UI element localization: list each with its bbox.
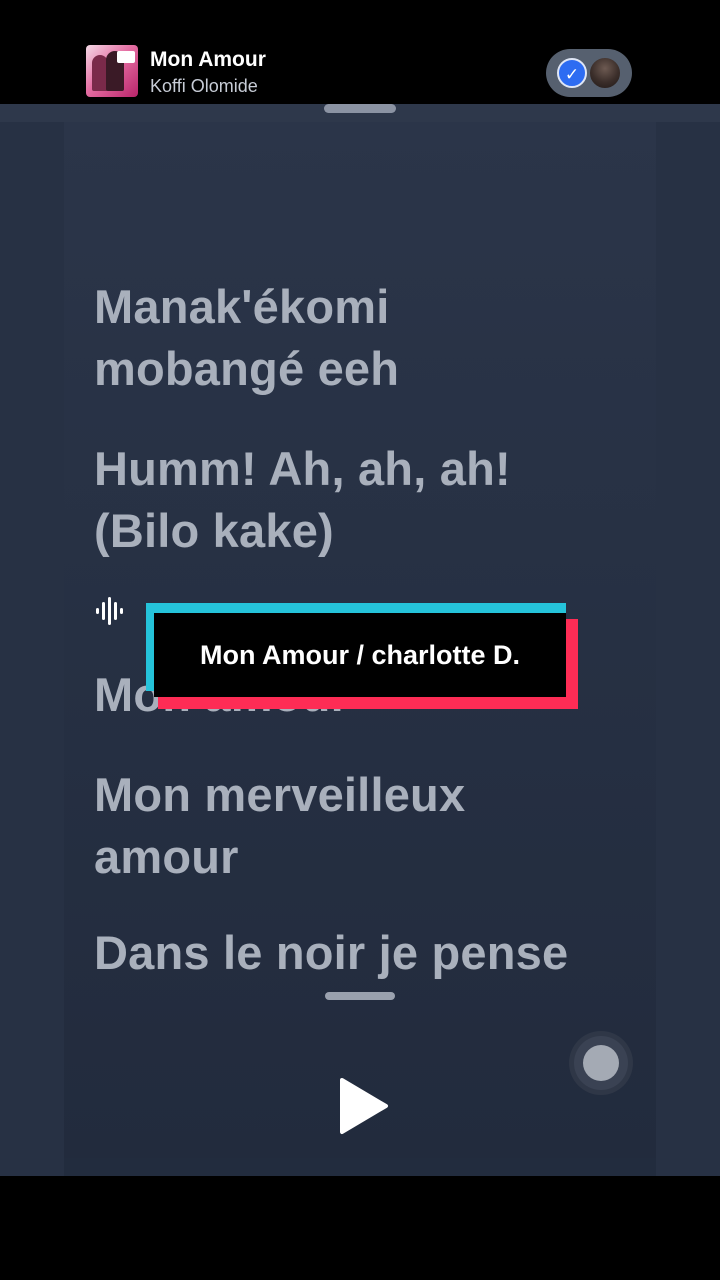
checkmark-icon: ✓ [557,58,587,88]
song-title[interactable]: Mon Amour [150,48,266,72]
scroll-indicator[interactable] [325,992,395,1000]
lyric-line[interactable]: (Bilo kake) [94,500,334,562]
album-art-label [117,51,135,63]
caption-text: Mon Amour / charlotte D. [154,613,566,697]
play-icon[interactable] [332,1076,392,1136]
share-pill[interactable]: ✓ [546,49,632,97]
lyric-line[interactable]: Mon merveilleux [94,764,465,826]
album-art[interactable] [86,45,138,97]
song-artist[interactable]: Koffi Olomide [150,76,258,97]
track-header: Mon Amour Koffi Olomide ✓ [86,45,632,101]
lyric-line[interactable]: Humm! Ah, ah, ah! [94,438,511,500]
caption-sticker: Mon Amour / charlotte D. [146,603,578,709]
side-shade-left [0,122,64,1176]
record-button-inner [583,1045,619,1081]
lyric-line[interactable]: Manak'ékomi [94,276,390,338]
side-shade-right [656,122,720,1176]
record-icon[interactable] [574,1036,628,1090]
drag-handle[interactable] [324,104,396,113]
waveform-icon [96,597,123,625]
lyric-line[interactable]: mobangé eeh [94,338,399,400]
lyric-line[interactable]: amour [94,826,239,888]
user-avatar [588,56,622,90]
lyric-line[interactable]: Dans le noir je pense [94,922,568,984]
